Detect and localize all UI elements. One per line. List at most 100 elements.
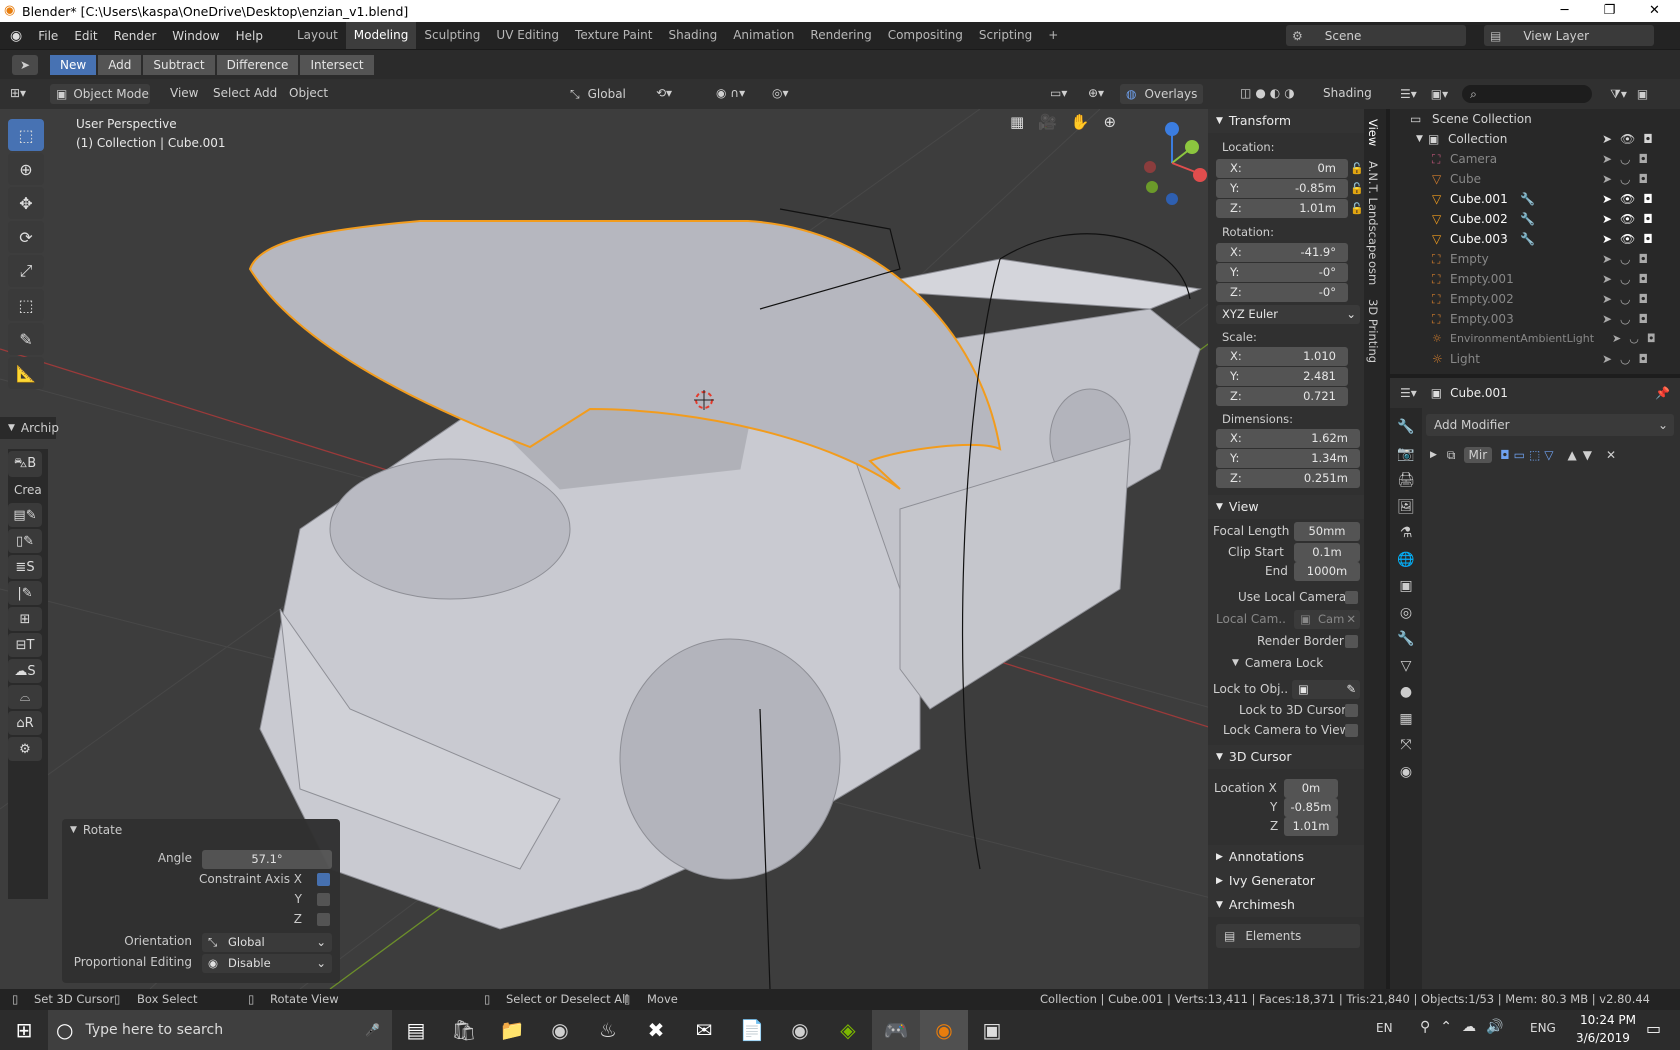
editor-type-icon[interactable]: ⊞▾ [10, 86, 26, 100]
3d-cursor-panel-header[interactable]: ▼ 3D Cursor [1208, 745, 1364, 769]
object-mode-dropdown[interactable]: ▣ Object Mode [50, 84, 150, 104]
shading-dropdown[interactable]: Shading [1323, 86, 1372, 100]
rotate-panel-header[interactable]: ▼ Rotate [70, 823, 122, 837]
booltool-intersect-button[interactable]: Intersect [300, 55, 374, 75]
lock-3d-cursor-checkbox[interactable] [1345, 704, 1358, 717]
proportional-editing-dropdown[interactable]: ◉ Disable ⌄ [202, 954, 332, 973]
overlays-dropdown[interactable]: ◍ Overlays [1120, 84, 1204, 104]
tab-osm[interactable]: osm [1366, 261, 1380, 285]
archipack-door-icon[interactable]: ▯✎ [8, 529, 42, 553]
rotation-y-field[interactable]: Y: -0° [1216, 263, 1348, 282]
properties-editor-icon[interactable]: ☰▾ [1400, 386, 1417, 400]
ime-indicator[interactable]: ENG [1530, 1021, 1556, 1035]
nvidia-icon[interactable]: ◈ [824, 1010, 872, 1050]
archimesh-panel-header[interactable]: ▼ Archimesh [1208, 893, 1364, 917]
archimesh-elements-box[interactable]: ▤ Elements [1216, 924, 1360, 948]
measure-tool-icon[interactable]: 📐 [8, 357, 44, 389]
scale-z-field[interactable]: Z: 0.721 [1216, 387, 1348, 406]
annotate-tool-icon[interactable]: ✎ [8, 323, 44, 355]
proportional-icon[interactable]: ◎▾ [772, 86, 789, 100]
task-view-icon[interactable]: ▤ [392, 1010, 440, 1050]
visibility-toggles[interactable]: ➤👁◘ [1602, 132, 1661, 146]
use-local-camera-checkbox[interactable] [1345, 591, 1358, 604]
rotation-mode-dropdown[interactable]: XYZ Euler ⌄ [1216, 305, 1360, 324]
archipack-wall-icon[interactable]: ▤✎ [8, 503, 42, 527]
outliner-item-empty[interactable]: ⛶ Empty ➤◡◘ [1390, 249, 1680, 269]
mirror-modifier-header[interactable]: ▶ ⧉ Mir ◘▭⬚▽ ▲ ▼ ✕ [1426, 442, 1674, 468]
clip-start-field[interactable]: 0.1m [1294, 543, 1360, 562]
rotation-x-field[interactable]: X: -41.9° [1216, 243, 1348, 262]
viewport-nav-icons[interactable]: ▦🎥✋⊕ [1010, 113, 1150, 139]
archipack-panel-header[interactable]: ▼ Archip [0, 417, 59, 439]
menu-window[interactable]: Window [164, 29, 227, 43]
location-y-field[interactable]: Y: -0.85m [1216, 179, 1348, 198]
steam-icon[interactable]: ♨ [584, 1010, 632, 1050]
blender-taskbar-icon[interactable]: ◉ [920, 1010, 968, 1050]
dimensions-x-field[interactable]: X: 1.62m [1216, 429, 1360, 448]
booltool-add-button[interactable]: Add [98, 55, 142, 75]
gizmo-icon[interactable]: ⊕▾ [1088, 86, 1104, 100]
archipack-car-icon[interactable]: ⛍B [8, 451, 42, 477]
lock-icons[interactable]: 🔓 🔓 🔓 [1350, 159, 1364, 219]
select-box-tool-icon[interactable]: ⬚ [8, 119, 44, 151]
visibility-toggles[interactable]: ➤👁◘ [1602, 232, 1661, 246]
outliner-item-light[interactable]: ☼ Light ➤◡◘ [1390, 349, 1680, 369]
rotate-tool-icon[interactable]: ⟳ [8, 221, 44, 253]
render-border-checkbox[interactable] [1345, 635, 1358, 648]
annotations-panel-header[interactable]: ▶ Annotations [1208, 845, 1364, 869]
lock-to-object-field[interactable]: ▣ ✎ [1292, 680, 1360, 699]
menu-help[interactable]: Help [228, 29, 271, 43]
view-layer-selector[interactable]: ▤ View Layer [1484, 25, 1654, 46]
select-tool-icon[interactable]: ➤ [12, 55, 38, 75]
clock-date[interactable]: 3/6/2019 [1576, 1031, 1630, 1045]
booltool-subtract-button[interactable]: Subtract [143, 55, 215, 75]
pivot-icon[interactable]: ⟲▾ [656, 86, 672, 100]
chrome-icon[interactable]: ◉ [536, 1010, 584, 1050]
microphone-icon[interactable]: 🎤 [365, 1023, 380, 1037]
outliner-item-cube[interactable]: ▽ Cube ➤◡◘ [1390, 169, 1680, 189]
visibility-toggles[interactable]: ➤👁◘ [1602, 192, 1661, 206]
angle-field[interactable]: 57.1° [202, 850, 332, 869]
tab-layout[interactable]: Layout [289, 22, 346, 49]
tab-shading[interactable]: Shading [660, 22, 725, 49]
outliner-item-collection[interactable]: ▼ ▣ Collection ➤👁◘ [1390, 129, 1680, 149]
filter-icon[interactable]: ⧩▾ [1610, 87, 1627, 102]
cursor-tool-icon[interactable]: ⊕ [8, 153, 44, 185]
minimize-button[interactable]: ─ [1542, 0, 1587, 22]
modifier-name-field[interactable]: Mir [1463, 447, 1493, 463]
maximize-button[interactable]: ❐ [1587, 0, 1632, 22]
constraint-axis-x-checkbox[interactable] [317, 873, 330, 886]
archipack-roof-icon[interactable]: ⌂R [8, 711, 42, 735]
outliner-item-empty-002[interactable]: ⛶ Empty.002 ➤◡◘ [1390, 289, 1680, 309]
archipack-stair-icon[interactable]: ≣S [8, 555, 42, 579]
location-z-field[interactable]: Z: 1.01m [1216, 199, 1348, 218]
local-camera-field[interactable]: ▣ Cam ✕ [1294, 610, 1360, 629]
visibility-toggles[interactable]: ➤◡◘ [1602, 292, 1656, 306]
outliner-item-cube-002[interactable]: ▽ Cube.002 🔧 ➤👁◘ [1390, 209, 1680, 229]
archipack-slab-icon[interactable]: ☁S [8, 659, 42, 683]
pin-icon[interactable]: 📌 [1655, 386, 1670, 400]
archipack-fence-icon[interactable]: |✎ [8, 581, 42, 605]
visibility-toggles[interactable]: ➤◡◘ [1602, 312, 1656, 326]
tab-ant-landscape[interactable]: A.N.T. Landscape [1366, 161, 1380, 259]
archipack-kitchen-icon[interactable]: ⚙ [8, 737, 42, 761]
visibility-toggles[interactable]: ➤◡◘ [1602, 152, 1656, 166]
visibility-icon[interactable]: ▭▾ [1050, 86, 1067, 100]
cursor-location-z-field[interactable]: 1.01m [1284, 817, 1338, 836]
ivy-generator-panel-header[interactable]: ▶ Ivy Generator [1208, 869, 1364, 893]
outliner-scene-collection[interactable]: ▭ Scene Collection [1390, 109, 1680, 129]
properties-tab-icons[interactable]: 🔧 📷 🖨 🖼 ⚗ 🌐 ▣ ◎ 🔧 ▽ ● ▦ ⤧ ◉ [1390, 414, 1422, 785]
booltool-difference-button[interactable]: Difference [216, 55, 299, 75]
tab-scripting[interactable]: Scripting [971, 22, 1040, 49]
tab-texture-paint[interactable]: Texture Paint [567, 22, 660, 49]
menu-add[interactable]: Add [254, 86, 277, 100]
outliner-item-camera[interactable]: ⛶ Camera ➤◡◘ [1390, 149, 1680, 169]
visibility-toggles[interactable]: ➤◡◘ [1602, 272, 1656, 286]
outliner-item-cube-001[interactable]: ▽ Cube.001 🔧 ➤👁◘ [1390, 189, 1680, 209]
view-panel-header[interactable]: ▼ View [1208, 495, 1364, 519]
tab-modeling[interactable]: Modeling [345, 22, 417, 49]
scene-selector[interactable]: ⚙ Scene [1286, 25, 1466, 46]
system-tray-icons[interactable]: ⚲⌃☁🔊 [1420, 1019, 1513, 1035]
new-collection-icon[interactable]: ▣ [1637, 87, 1648, 101]
store-app-icon[interactable]: 🛍 [440, 1010, 488, 1050]
